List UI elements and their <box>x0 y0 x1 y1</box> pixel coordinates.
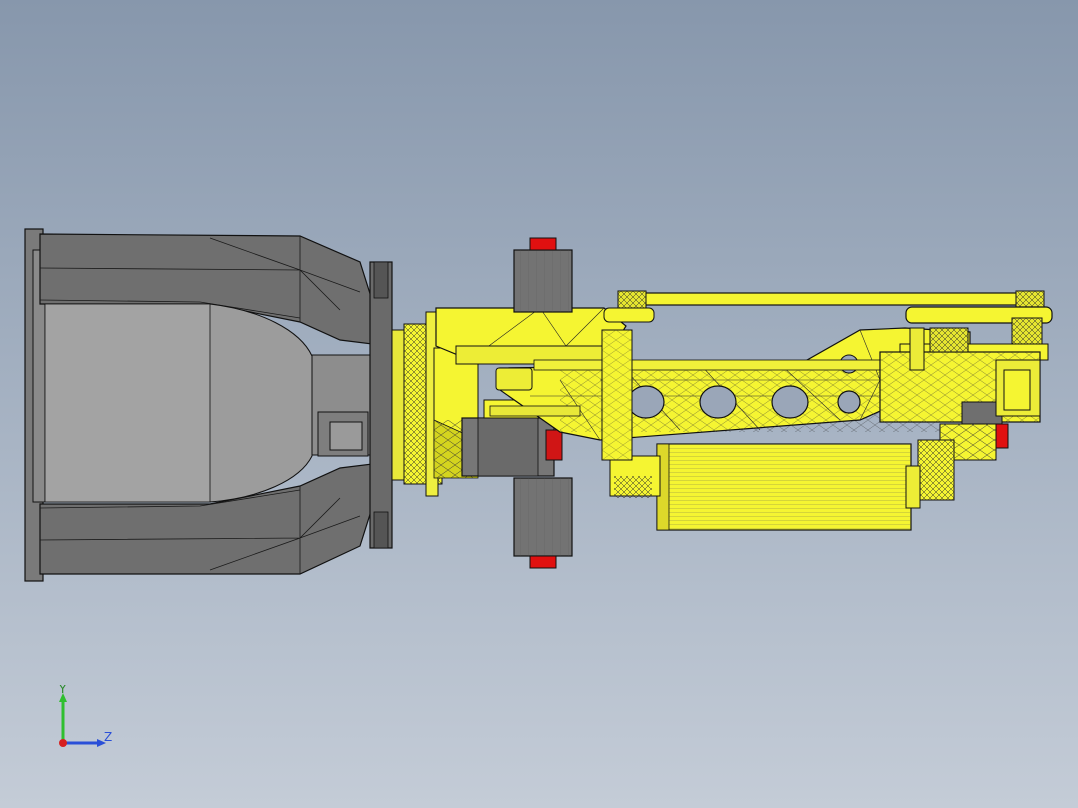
arm-hole-1 <box>627 385 665 419</box>
y-axis-label: Y <box>58 685 67 696</box>
cad-viewport[interactable]: Y Z <box>0 0 1078 808</box>
x-axis-dot <box>59 739 67 747</box>
arm-hole-3 <box>771 385 809 419</box>
shoulder-block[interactable] <box>435 307 627 365</box>
arm-hole-4 <box>837 390 861 414</box>
z-axis-label: Z <box>104 730 112 744</box>
robot-arm-model[interactable] <box>0 0 1078 808</box>
arm-hole-2 <box>699 385 737 419</box>
red-cap-top <box>529 237 557 251</box>
cylinder-motor[interactable] <box>609 443 921 531</box>
orientation-triad: Y Z <box>58 685 112 747</box>
base-flange <box>369 261 393 549</box>
base-assembly[interactable] <box>24 228 393 582</box>
red-cap-bottom <box>529 555 557 569</box>
parallel-rod[interactable] <box>603 290 1053 349</box>
